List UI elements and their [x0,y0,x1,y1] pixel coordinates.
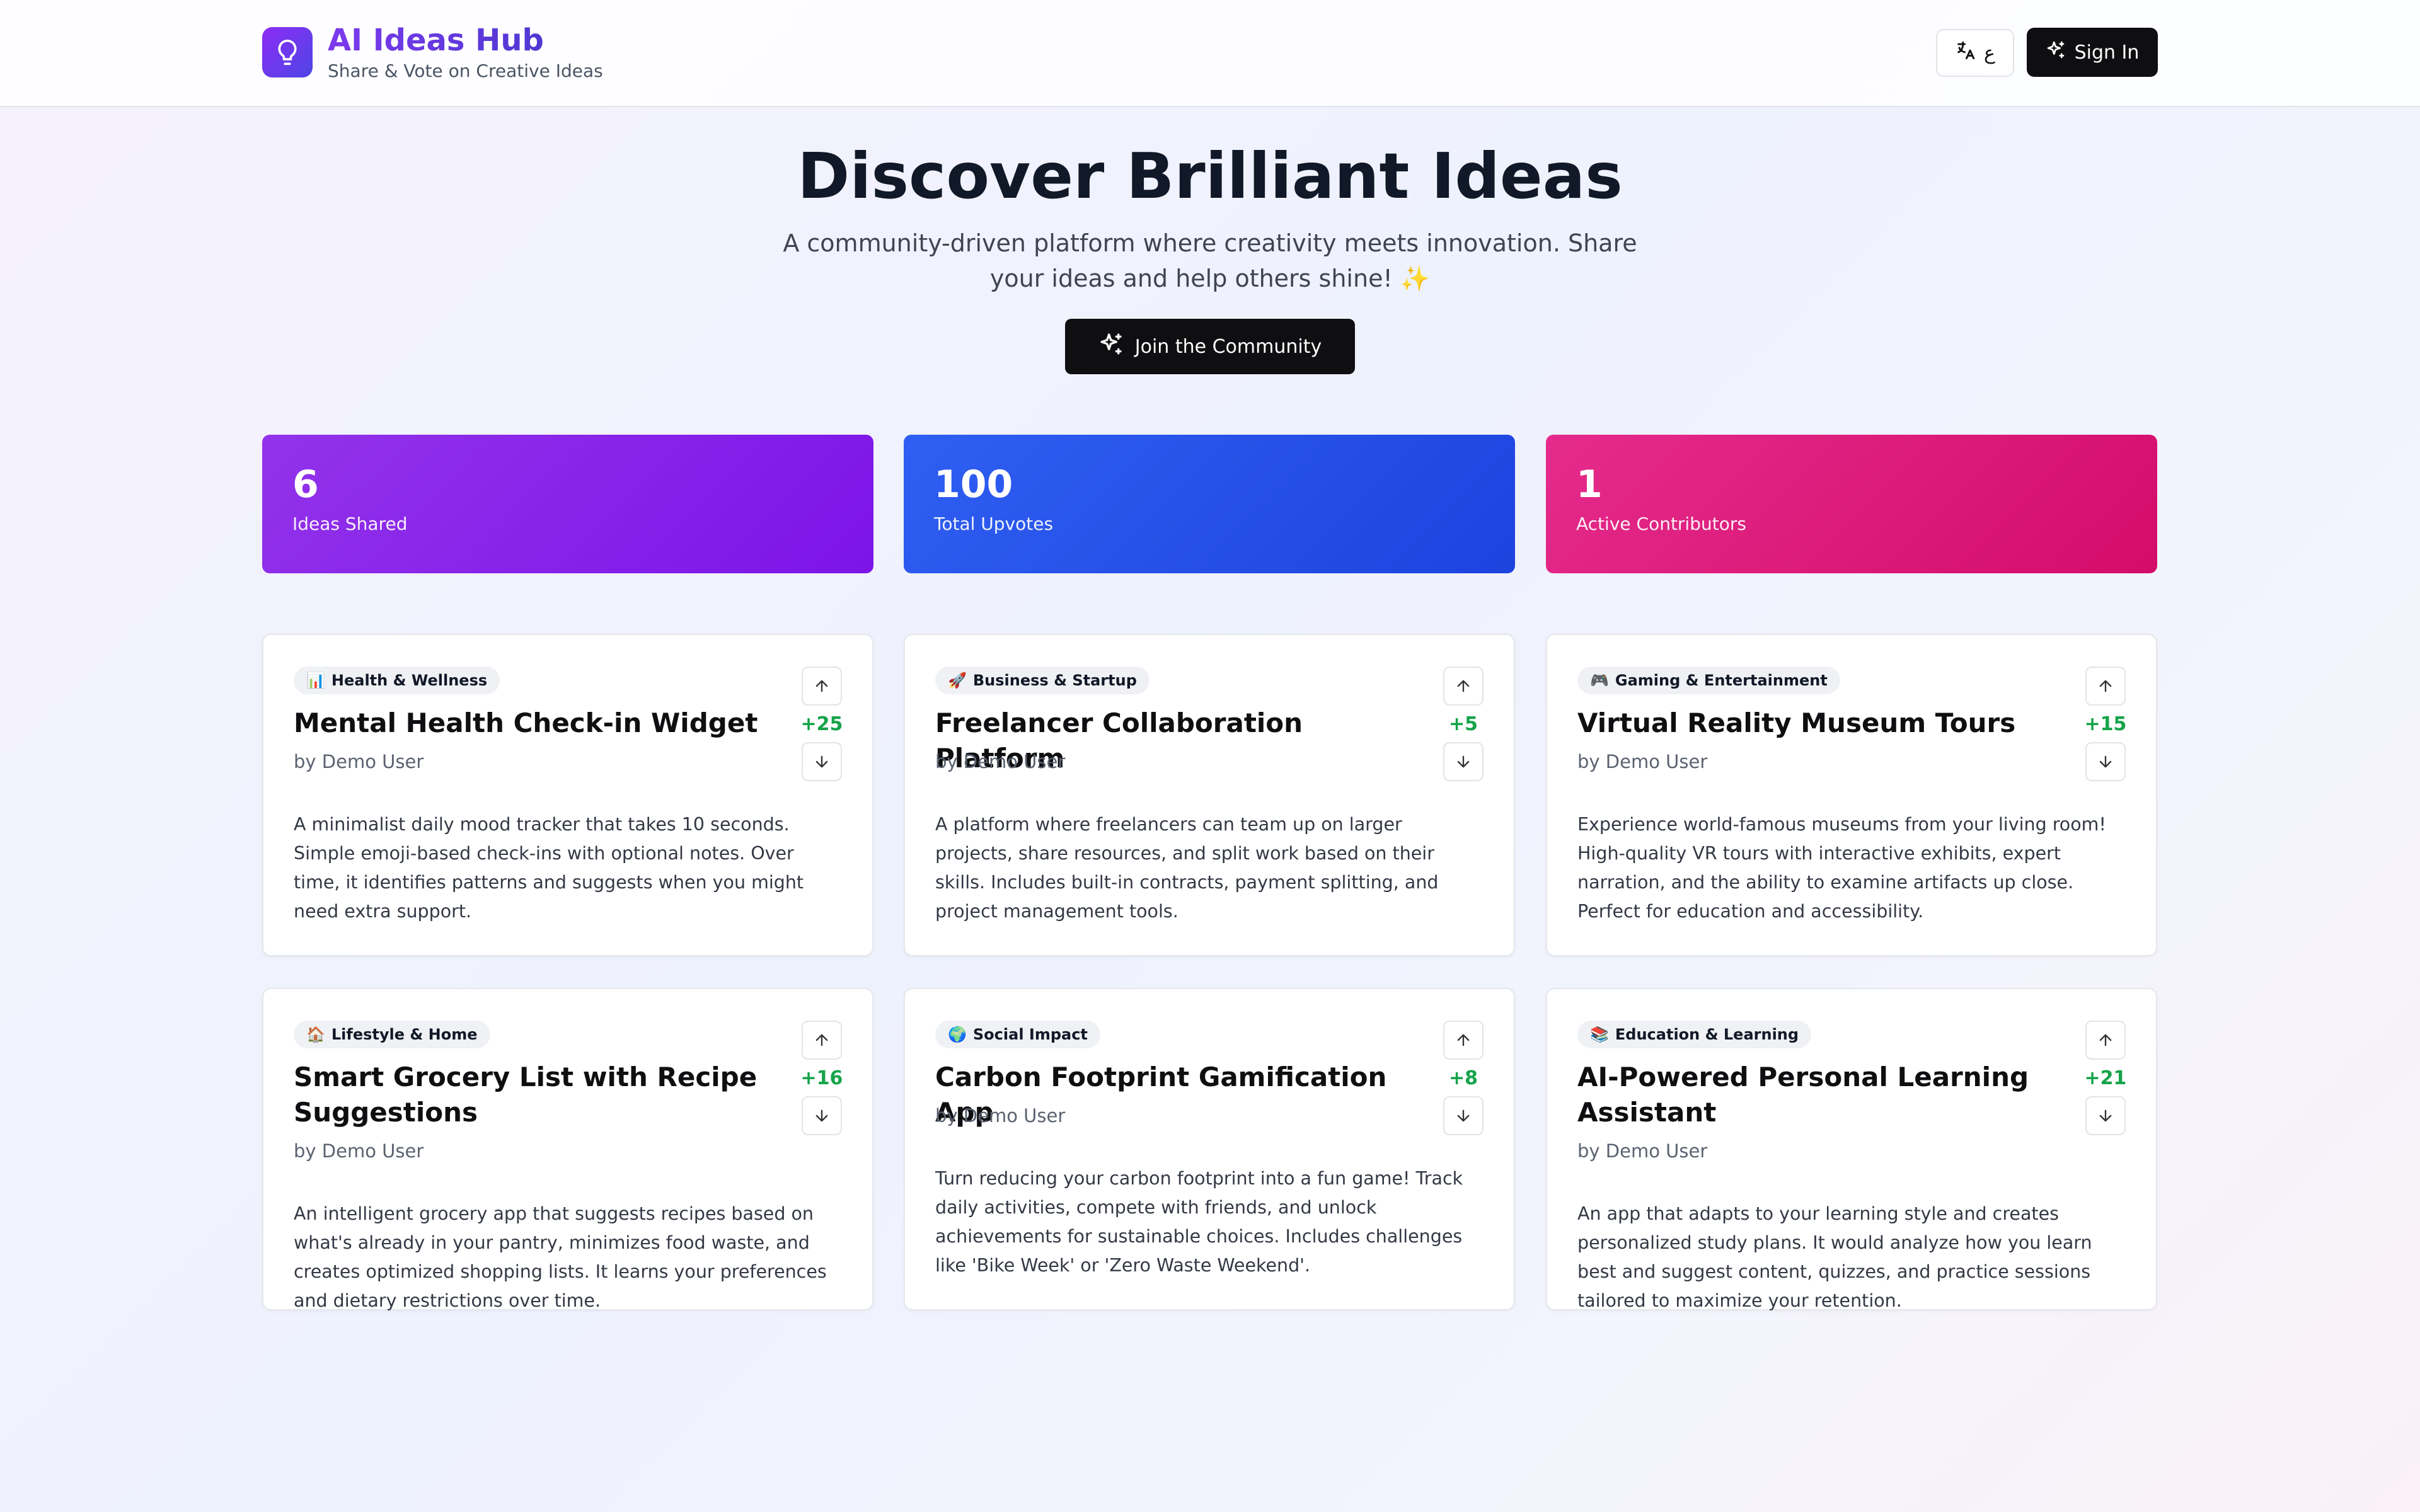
language-label: ع [1984,42,1995,64]
globe-icon: 🌍 [948,1026,967,1043]
join-community-label: Join the Community [1134,335,1322,358]
idea-card[interactable]: 🎮 Gaming & Entertainment Virtual Reality… [1546,634,2157,956]
idea-author: by Demo User [294,751,424,772]
idea-card[interactable]: 🏠 Lifestyle & Home Smart Grocery List wi… [262,988,873,1311]
downvote-button[interactable] [1443,742,1484,781]
idea-author: by Demo User [1577,1140,1708,1162]
stat-total-upvotes: 100 Total Upvotes [904,435,1515,573]
stat-active-contributors: 1 Active Contributors [1546,435,2157,573]
house-icon: 🏠 [306,1026,325,1043]
vote-score: +8 [1448,1067,1478,1089]
idea-author: by Demo User [935,751,1066,772]
lightbulb-icon [262,27,313,77]
arrow-up-icon [2099,680,2112,692]
arrow-up-icon [1457,680,1470,692]
idea-description: A platform where freelancers can team up… [935,814,1439,922]
idea-description: Turn reducing your carbon footprint into… [935,1168,1463,1276]
upvote-button[interactable] [2085,667,2126,706]
idea-card[interactable]: 🌍 Social Impact Carbon Footprint Gamific… [904,988,1515,1310]
downvote-button[interactable] [802,1096,842,1135]
category-label: Health & Wellness [331,672,488,689]
category-badge: 🌍 Social Impact [935,1021,1100,1048]
stat-value: 100 [934,462,1013,507]
brand-subtitle: Share & Vote on Creative Ideas [328,60,603,81]
downvote-button[interactable] [2085,1096,2126,1135]
idea-author: by Demo User [1577,751,1708,772]
sign-in-label: Sign In [2074,41,2140,64]
vote-score: +16 [800,1067,843,1089]
arrow-up-icon [815,680,828,692]
translate-icon [1955,40,1976,66]
idea-author: by Demo User [935,1105,1066,1126]
arrow-down-icon [815,1109,828,1122]
arrow-up-icon [1457,1034,1470,1046]
idea-author: by Demo User [294,1140,424,1162]
hero-subtitle: A community-driven platform where creati… [783,229,1637,292]
stat-value: 1 [1576,462,1603,507]
arrow-down-icon [1457,1109,1470,1122]
arrow-up-icon [815,1034,828,1046]
join-community-button[interactable]: Join the Community [1065,319,1355,374]
chart-icon: 📊 [306,672,325,689]
language-toggle-button[interactable]: ع [1936,29,2014,77]
arrow-down-icon [815,755,828,768]
brand-title: AI Ideas Hub [328,23,603,58]
gamepad-icon: 🎮 [1590,672,1609,689]
brand[interactable]: AI Ideas Hub Share & Vote on Creative Id… [262,23,603,82]
vote-score: +5 [1448,713,1478,735]
top-header: AI Ideas Hub Share & Vote on Creative Id… [0,0,2420,107]
downvote-button[interactable] [1443,1096,1484,1135]
category-badge: 📊 Health & Wellness [294,667,500,694]
category-label: Lifestyle & Home [331,1026,478,1043]
category-label: Gaming & Entertainment [1615,672,1828,689]
category-badge: 🚀 Business & Startup [935,667,1150,694]
sparkles-icon [1098,331,1124,362]
category-label: Social Impact [972,1026,1088,1043]
arrow-down-icon [2099,1109,2112,1122]
idea-card[interactable]: 📚 Education & Learning AI-Powered Person… [1546,988,2157,1311]
upvote-button[interactable] [2085,1021,2126,1060]
category-label: Education & Learning [1615,1026,1799,1043]
stat-label: Active Contributors [1576,513,1746,534]
sign-in-button[interactable]: Sign In [2027,28,2158,77]
category-label: Business & Startup [972,672,1137,689]
arrow-down-icon [2099,755,2112,768]
vote-score: +21 [2084,1067,2127,1089]
downvote-button[interactable] [2085,742,2126,781]
stat-label: Total Upvotes [934,513,1054,534]
category-badge: 🏠 Lifestyle & Home [294,1021,490,1048]
upvote-button[interactable] [1443,1021,1484,1060]
idea-card[interactable]: 🚀 Business & Startup Freelancer Collabor… [904,634,1515,956]
vote-score: +15 [2084,713,2127,735]
stat-value: 6 [292,462,319,507]
idea-card[interactable]: 📊 Health & Wellness Mental Health Check-… [262,634,873,956]
category-badge: 📚 Education & Learning [1577,1021,1812,1048]
downvote-button[interactable] [802,742,842,781]
idea-title: Virtual Reality Museum Tours [1577,707,2016,738]
sparkles-icon [2046,40,2066,65]
idea-description: A minimalist daily mood tracker that tak… [294,814,804,922]
books-icon: 📚 [1590,1026,1609,1043]
vote-score: +25 [800,713,843,735]
idea-title: Smart Grocery List with Recipe Suggestio… [294,1062,758,1128]
idea-title: AI-Powered Personal Learning Assistant [1577,1062,2029,1128]
upvote-button[interactable] [802,1021,842,1060]
arrow-down-icon [1457,755,1470,768]
rocket-icon: 🚀 [948,672,967,689]
upvote-button[interactable] [802,667,842,706]
idea-description: Experience world-famous museums from you… [1577,814,2106,922]
idea-description: An app that adapts to your learning styl… [1577,1203,2092,1311]
idea-title: Mental Health Check-in Widget [294,707,758,738]
stat-label: Ideas Shared [292,513,408,534]
upvote-button[interactable] [1443,667,1484,706]
category-badge: 🎮 Gaming & Entertainment [1577,667,1840,694]
stat-ideas-shared: 6 Ideas Shared [262,435,873,573]
arrow-up-icon [2099,1034,2112,1046]
hero-title: Discover Brilliant Ideas [797,139,1623,213]
idea-description: An intelligent grocery app that suggests… [294,1203,827,1311]
